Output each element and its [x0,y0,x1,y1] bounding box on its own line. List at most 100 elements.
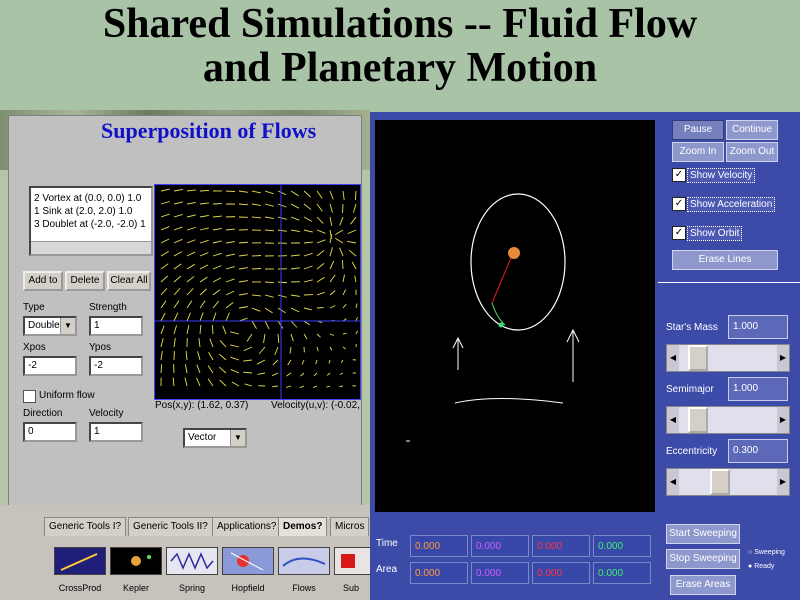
type-select-value: Doublet [28,320,63,331]
flow-vector [184,364,188,374]
semimajor-slider[interactable]: ◀ ▶ [666,406,790,434]
flows-demo-icon[interactable] [278,547,330,575]
erase-areas-button[interactable]: Erase Areas [670,575,736,595]
type-label: Type [23,302,45,313]
show-velocity-checkbox[interactable]: ✓ [672,168,686,182]
slider-right-arrow-icon[interactable]: ▶ [777,469,789,495]
list-item[interactable]: 1 Sink at (2.0, 2.0) 1.0 [34,205,148,218]
flow-vector [173,238,183,244]
flow-vector [225,228,235,231]
flow-vector [342,303,347,309]
sub-demo-icon[interactable] [334,547,370,575]
spring-thumbnail [170,552,214,570]
flow-vector [316,346,319,352]
direction-field[interactable]: 0 [23,422,77,442]
list-item[interactable]: 3 Doublet at (-2.0, -2.0) 1 [34,218,148,231]
flow-vector [272,359,279,366]
flow-vector [342,346,346,350]
star-mass-slider[interactable]: ◀ ▶ [666,344,790,372]
zoom-in-button[interactable]: Zoom In [672,142,724,162]
pause-button[interactable]: Pause [672,120,724,140]
slider-left-arrow-icon[interactable]: ◀ [667,407,679,433]
flow-vector [186,312,191,322]
flow-vector [208,351,214,361]
ypos-field[interactable]: -2 [89,356,143,376]
flow-vector [354,275,357,283]
flows-list[interactable]: 2 Vortex at (0.0, 0.0) 1.0 1 Sink at (2.… [29,186,153,256]
flow-vector [272,385,279,388]
chevron-down-icon[interactable]: ▼ [60,318,75,334]
flow-vector [290,254,300,257]
zoom-out-button[interactable]: Zoom Out [726,142,778,162]
flow-vector [339,247,344,257]
orbit-canvas[interactable] [375,120,655,512]
slider-left-arrow-icon[interactable]: ◀ [667,469,679,495]
spring-demo-icon[interactable] [166,547,218,575]
star [508,247,520,259]
flow-vector [301,359,305,365]
flow-vector [160,364,163,374]
flow-vector [303,333,308,340]
flow-vector [315,359,318,365]
area-value-2: 0.000 [471,562,529,584]
flow-vector [209,338,214,348]
uniform-flow-checkbox[interactable] [23,390,36,403]
eccentricity-slider-thumb[interactable] [710,469,731,495]
list-item[interactable]: 2 Vortex at (0.0, 0.0) 1.0 [34,192,148,205]
kepler-label: Kepler [122,583,149,593]
slider-right-arrow-icon[interactable]: ▶ [777,345,789,371]
velocity-field[interactable]: 1 [89,422,143,442]
slider-left-arrow-icon[interactable]: ◀ [667,345,679,371]
clear-all-button[interactable]: Clear All [107,271,151,291]
flow-vector [186,239,196,244]
strength-field[interactable]: 1 [89,316,143,336]
flow-vector [329,216,333,226]
continue-button[interactable]: Continue [726,120,778,140]
vector-field-canvas[interactable] [154,184,361,400]
flow-vector [173,226,183,231]
tab-generic-tools-1[interactable]: Generic Tools I? [44,517,127,536]
star-mass-label: Star's Mass [666,322,718,333]
flow-vector [277,294,287,298]
flows-list-scrollbar[interactable] [31,241,151,254]
hopfield-demo-icon[interactable] [222,547,274,575]
slider-right-arrow-icon[interactable]: ▶ [777,407,789,433]
flow-vector [212,289,221,296]
star-mass-slider-thumb[interactable] [688,345,709,371]
tab-applications[interactable]: Applications? [212,517,282,536]
erase-lines-button[interactable]: Erase Lines [672,250,778,270]
semimajor-slider-thumb[interactable] [688,407,709,433]
flow-vector [212,228,222,231]
ready-legend-text: Ready [754,563,775,570]
start-sweeping-button[interactable]: Start Sweeping [666,524,740,544]
eccentricity-slider[interactable]: ◀ ▶ [666,468,790,496]
xpos-field[interactable]: -2 [23,356,77,376]
time-value-3: 0.000 [532,535,590,557]
star-mass-field[interactable]: 1.000 [728,315,788,339]
display-mode-select[interactable]: Vector ▼ [183,428,247,448]
flow-vector [160,263,169,270]
show-orbit-checkbox[interactable]: ✓ [672,226,686,240]
flow-vector [342,332,347,335]
show-acceleration-checkbox[interactable]: ✓ [672,197,686,211]
type-select[interactable]: Doublet ▼ [23,316,77,336]
tab-demos[interactable]: Demos? [278,517,328,536]
chevron-down-icon[interactable]: ▼ [230,430,245,446]
flow-vector [251,294,261,297]
flow-vector [290,267,300,270]
flow-vector [199,202,209,205]
orbit-app-panel: Pause Continue Zoom In Zoom Out ✓ Show V… [370,112,800,600]
stop-sweeping-button[interactable]: Stop Sweeping [666,549,740,569]
semimajor-field[interactable]: 1.000 [728,377,788,401]
flow-vector [303,190,311,198]
flow-vector [329,305,336,309]
eccentricity-field[interactable]: 0.300 [728,439,788,463]
crossprod-demo-icon[interactable] [54,547,106,575]
show-velocity-label: Show Velocity [687,168,756,183]
tab-micros[interactable]: Micros [330,517,370,536]
flow-vector [160,275,168,283]
delete-button[interactable]: Delete [65,271,105,291]
add-button[interactable]: Add to [23,271,63,291]
kepler-demo-icon[interactable] [110,547,162,575]
tab-generic-tools-2[interactable]: Generic Tools II? [128,517,213,536]
